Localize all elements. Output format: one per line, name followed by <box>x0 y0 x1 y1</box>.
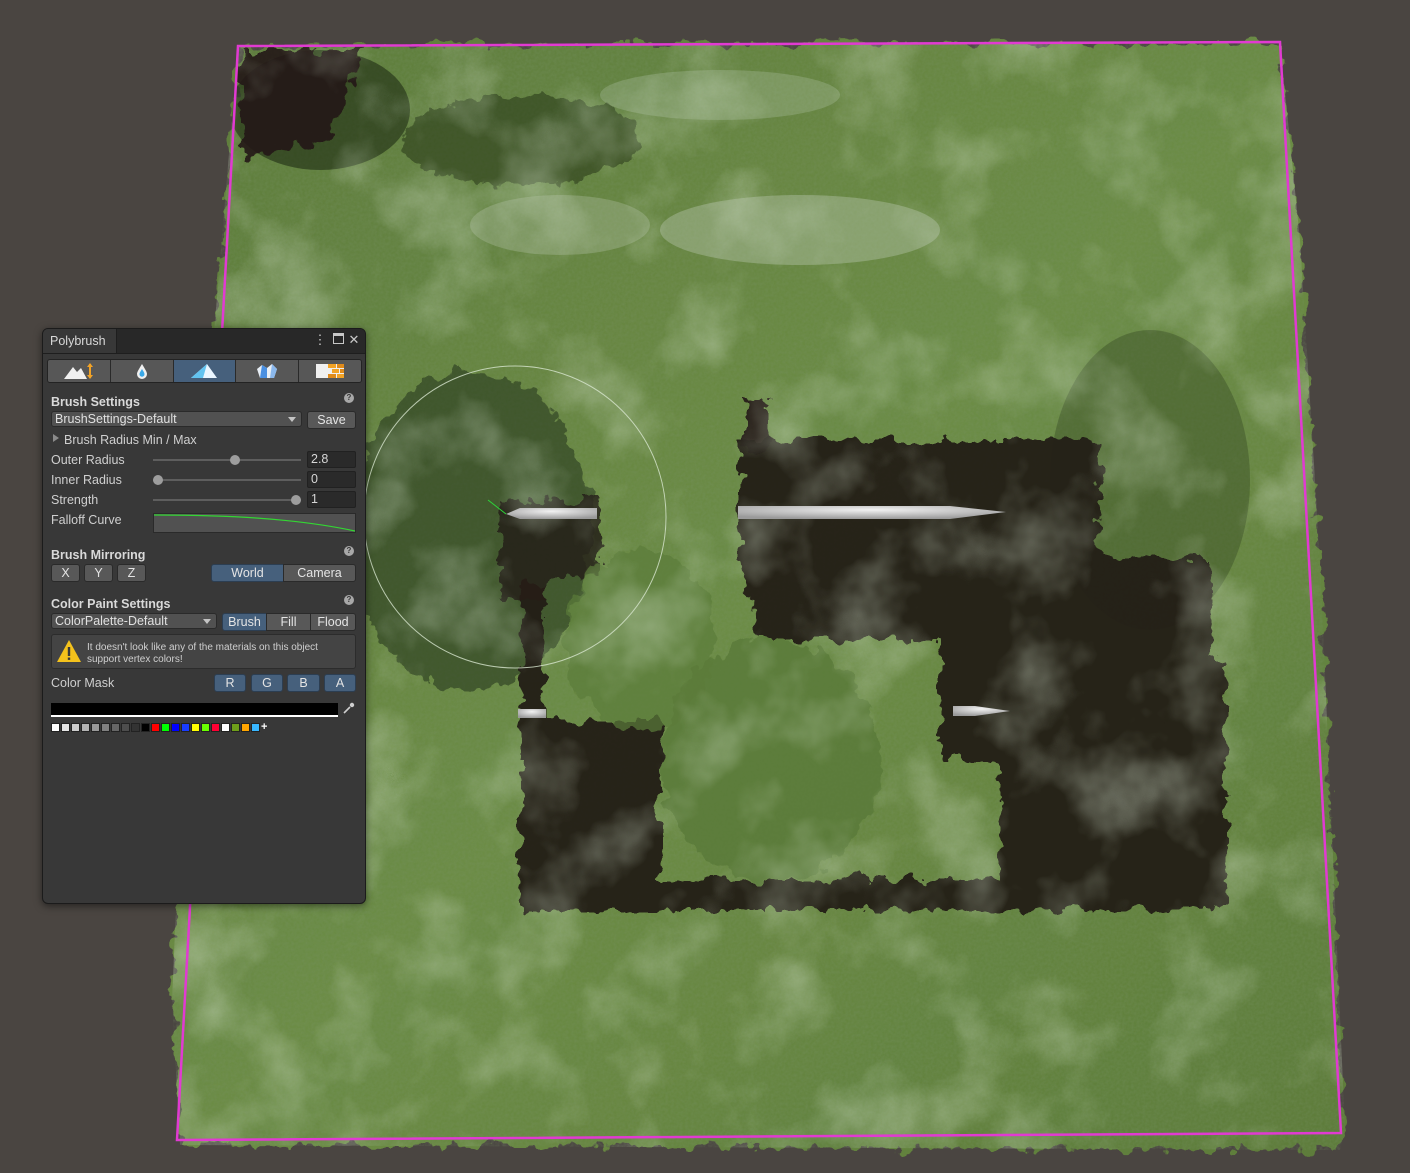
scatter-prefab-tool-button[interactable] <box>236 360 300 382</box>
brush-radius-foldout[interactable]: Brush Radius Min / Max <box>64 433 197 447</box>
falloff-curve-graph <box>153 514 356 532</box>
help-icon[interactable]: ? <box>344 393 354 403</box>
outer-radius-slider[interactable] <box>153 455 301 465</box>
strength-slider[interactable] <box>153 495 301 505</box>
sculpt-icon <box>63 363 93 379</box>
color-swatch[interactable] <box>241 723 250 732</box>
polybrush-window[interactable]: Polybrush ⋮ ✕ Brush Settings ? BrushSett… <box>42 328 366 904</box>
inner-radius-field[interactable]: 0 <box>307 471 356 488</box>
close-icon[interactable]: ✕ <box>347 332 361 348</box>
brush-preset-dropdown[interactable]: BrushSettings-Default <box>51 411 302 427</box>
window-tab[interactable]: Polybrush <box>43 329 117 353</box>
color-swatch[interactable] <box>141 723 150 732</box>
color-swatch[interactable] <box>131 723 140 732</box>
help-icon[interactable]: ? <box>344 595 354 605</box>
color-swatch[interactable] <box>211 723 220 732</box>
more-options-icon[interactable]: ⋮ <box>313 332 327 348</box>
brush-preset-value: BrushSettings-Default <box>55 412 177 426</box>
color-swatch[interactable] <box>91 723 100 732</box>
smooth-tool-button[interactable] <box>110 360 174 382</box>
color-swatch[interactable] <box>61 723 70 732</box>
warning-text: It doesn't look like any of the material… <box>87 642 318 665</box>
falloff-curve-label: Falloff Curve <box>51 513 122 527</box>
paint-mode-brush-button[interactable]: Brush <box>222 613 267 631</box>
help-icon[interactable]: ? <box>344 546 354 556</box>
warning-icon <box>57 640 81 662</box>
paint-mode-fill-button[interactable]: Fill <box>266 613 311 631</box>
outer-radius-field[interactable]: 2.8 <box>307 451 356 468</box>
inner-radius-knob[interactable] <box>153 475 163 485</box>
tool-mode-toolbar <box>47 359 362 383</box>
mask-r-button[interactable]: R <box>214 674 246 692</box>
color-swatch[interactable] <box>251 723 260 732</box>
strength-field[interactable]: 1 <box>307 491 356 508</box>
mirror-x-button[interactable]: X <box>51 564 80 582</box>
mask-b-button[interactable]: B <box>287 674 320 692</box>
color-swatch[interactable] <box>81 723 90 732</box>
color-swatch-palette: + <box>51 722 271 733</box>
color-palette-value: ColorPalette-Default <box>55 614 168 628</box>
mask-a-button[interactable]: A <box>324 674 356 692</box>
window-titlebar[interactable]: Polybrush ⋮ ✕ <box>43 329 365 354</box>
inner-radius-label: Inner Radius <box>51 473 122 487</box>
color-swatch[interactable] <box>231 723 240 732</box>
strength-label: Strength <box>51 493 99 507</box>
mirror-camera-button[interactable]: Camera <box>283 564 356 582</box>
color-palette-dropdown[interactable]: ColorPalette-Default <box>51 613 217 629</box>
color-swatch[interactable] <box>71 723 80 732</box>
color-swatch[interactable] <box>161 723 170 732</box>
color-swatch[interactable] <box>181 723 190 732</box>
color-swatch[interactable] <box>191 723 200 732</box>
outer-radius-knob[interactable] <box>230 455 241 465</box>
color-swatch[interactable] <box>151 723 160 732</box>
paint-mode-flood-button[interactable]: Flood <box>310 613 356 631</box>
falloff-curve-field[interactable] <box>153 513 356 533</box>
mirror-z-button[interactable]: Z <box>117 564 146 582</box>
vertex-color-warning: It doesn't look like any of the material… <box>51 634 356 669</box>
color-swatch[interactable] <box>111 723 120 732</box>
chevron-down-icon <box>203 619 211 624</box>
brush-mirroring-title: Brush Mirroring <box>51 548 146 562</box>
texture-bricks-icon <box>316 364 345 378</box>
maximize-icon[interactable] <box>331 332 345 348</box>
prefab-scatter-icon <box>257 364 278 378</box>
water-drop-icon <box>136 364 147 379</box>
save-button[interactable]: Save <box>307 411 356 429</box>
paint-texture-tool-button[interactable] <box>299 360 361 382</box>
color-swatch[interactable] <box>51 723 60 732</box>
chevron-down-icon <box>288 417 296 422</box>
color-swatch[interactable] <box>121 723 130 732</box>
mask-g-button[interactable]: G <box>251 674 283 692</box>
color-swatch[interactable] <box>171 723 180 732</box>
add-swatch-icon[interactable]: + <box>261 722 270 733</box>
strength-knob[interactable] <box>291 495 301 505</box>
mirror-y-button[interactable]: Y <box>84 564 113 582</box>
color-swatch[interactable] <box>221 723 230 732</box>
inner-radius-slider[interactable] <box>153 475 301 485</box>
current-color-field[interactable] <box>51 703 338 717</box>
brush-settings-title: Brush Settings <box>51 395 140 409</box>
paint-mesh-icon <box>191 364 218 378</box>
paint-vertex-colors-tool-button[interactable] <box>173 360 237 382</box>
foldout-arrow-icon[interactable] <box>53 434 59 442</box>
sculpt-tool-button[interactable] <box>48 360 111 382</box>
color-swatch[interactable] <box>101 723 110 732</box>
color-paint-settings-title: Color Paint Settings <box>51 597 171 611</box>
outer-radius-label: Outer Radius <box>51 453 125 467</box>
mirror-world-button[interactable]: World <box>211 564 284 582</box>
eyedropper-icon[interactable] <box>341 702 357 718</box>
color-mask-label: Color Mask <box>51 676 115 690</box>
color-swatch[interactable] <box>201 723 210 732</box>
